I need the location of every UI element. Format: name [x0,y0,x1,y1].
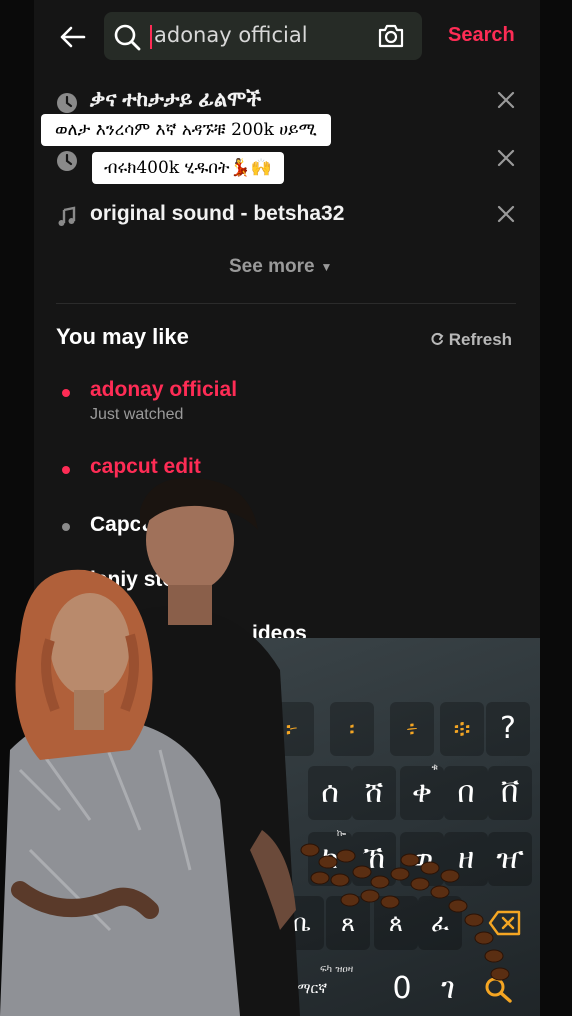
keyboard-key[interactable]: ቀቁ [400,762,444,820]
close-icon[interactable] [496,90,516,110]
couple-photo-overlay [0,477,300,1016]
divider [56,303,516,304]
keyboard-key[interactable]: ፥ [390,702,434,756]
coffee-beans-image [300,843,510,981]
keyboard-key[interactable]: በ [444,766,488,820]
refresh-button[interactable]: Refresh [430,330,512,350]
search-value: adonay official [154,23,308,47]
camera-icon[interactable] [376,22,406,50]
key-hint: ቁ [431,762,438,773]
see-more-label: See more [229,256,315,277]
history-label: original sound - betsha32 [90,202,345,225]
key-label: ቀ [411,775,433,810]
music-note-icon [58,206,76,226]
keyboard-key[interactable]: ? [486,702,530,756]
keyboard-key[interactable]: ሸ [352,766,396,820]
search-input[interactable]: adonay official [104,12,422,60]
search-icon [114,24,141,51]
video-caption-line1: ወለታ እንረሳም እኛ አዳኙቹ 200k ሀይሚ [41,114,331,146]
text-caret [150,25,152,49]
refresh-icon [431,332,444,345]
keyboard-key[interactable]: ሰ [308,766,352,820]
search-button[interactable]: Search [448,24,515,47]
suggestion-label: adonay official [90,378,238,401]
chevron-down-icon: ▼ [320,259,333,274]
bullet-dot [62,389,70,397]
video-caption-line2: ብሩክ400k ሂዱበት💃🙌 [92,152,284,184]
refresh-label: Refresh [448,330,513,349]
suggestion-sub: Just watched [90,406,184,423]
top-bar: adonay official Search [0,0,572,72]
keyboard-key[interactable]: ቨ [488,766,532,820]
close-icon[interactable] [496,148,516,168]
history-label: ቃና ተከታታይ ፊልሞች [90,88,262,111]
clock-icon [57,93,77,113]
keyboard-key[interactable]: ፨ [440,702,484,756]
clock-icon [57,151,77,171]
section-title: You may like [56,324,189,349]
close-icon[interactable] [496,204,516,224]
history-item[interactable]: original sound - betsha32 [56,202,526,236]
back-arrow-icon[interactable] [56,20,90,54]
keyboard-key[interactable]: ፡ [330,702,374,756]
see-more-button[interactable]: See more ▼ [229,256,332,278]
